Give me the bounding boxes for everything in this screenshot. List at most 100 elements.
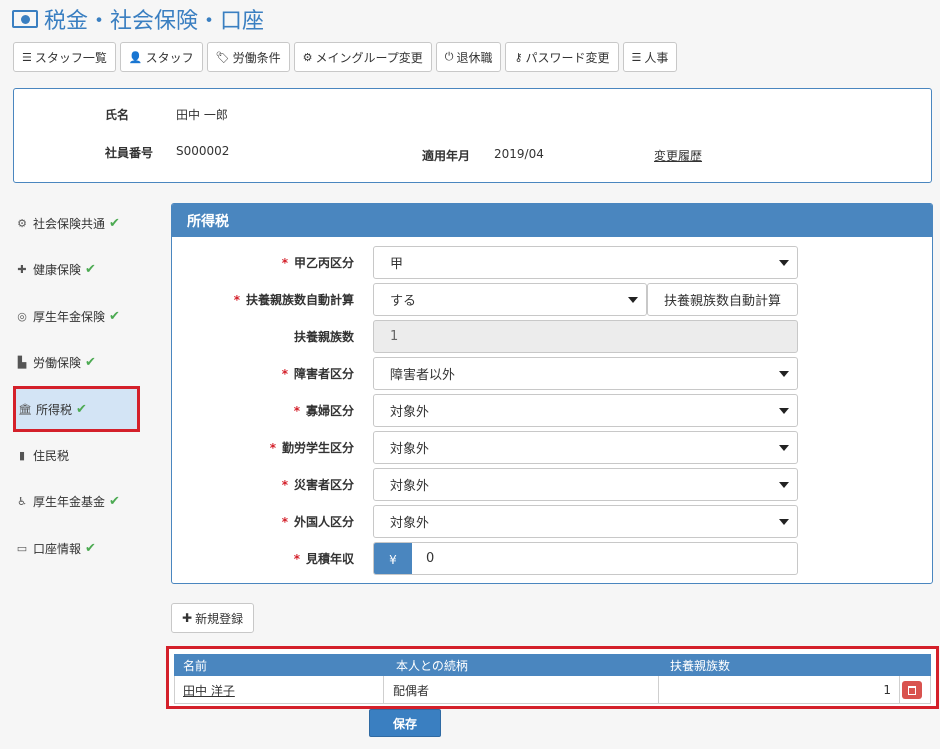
caret-down-icon [779, 260, 789, 266]
panel-title: 所得税 [172, 204, 932, 237]
employee-id-label: 社員番号 [105, 146, 154, 160]
kou-otsu-label: * 甲乙丙区分 [281, 255, 354, 271]
power-icon: ⏻ [444, 50, 454, 63]
gear-icon: ⚙ [17, 216, 27, 230]
name-label: 氏名 [105, 108, 130, 122]
caret-down-icon [779, 445, 789, 451]
foreigner-select[interactable]: 対象外 [373, 505, 798, 538]
student-select[interactable]: 対象外 [373, 431, 798, 464]
caret-down-icon [779, 519, 789, 525]
dependents-count-cell: 1 [659, 676, 900, 704]
foreigner-label: * 外国人区分 [281, 514, 354, 530]
caret-down-icon [779, 408, 789, 414]
gears-icon: ⚙ [302, 50, 313, 64]
field-row-foreigner: * 外国人区分 対象外 [172, 505, 932, 538]
check-icon: ✔ [85, 540, 96, 556]
dependent-name-link[interactable]: 田中 洋子 [183, 682, 235, 699]
required-mark: * [233, 292, 240, 307]
income-tax-panel: 所得税 * 甲乙丙区分 甲 * 扶養親族数自動計算 する 扶養親族数自動計算 扶養親… [171, 203, 933, 584]
header-relation: 本人との続柄 [396, 658, 468, 673]
wheelchair-icon: ♿ [17, 495, 27, 509]
staff-list-button[interactable]: ☰ スタッフ一覧 [13, 42, 116, 72]
check-icon: ✔ [76, 401, 87, 417]
dependents-table: 名前 本人との続柄 扶養親族数 田中 洋子 配偶者 1 [166, 646, 939, 709]
save-button[interactable]: 保存 [369, 709, 441, 737]
page-title: 税金・社会保険・口座 [12, 4, 264, 34]
sidebar-item-health-insurance[interactable]: ✚ 健康保険 ✔ [13, 247, 143, 294]
required-mark: * [281, 366, 288, 381]
leave-button[interactable]: ⏻ 退休職 [435, 42, 502, 72]
name-value: 田中 一郎 [176, 108, 228, 122]
table-row: 田中 洋子 配偶者 1 [174, 676, 931, 704]
new-registration-button[interactable]: ✚ 新規登録 [171, 603, 255, 633]
change-history-link[interactable]: 変更履歴 [654, 147, 702, 164]
apply-date-value: 2019/04 [494, 147, 544, 161]
password-change-button[interactable]: ⚷ パスワード変更 [505, 42, 619, 72]
caret-down-icon [628, 297, 638, 303]
caret-down-icon [779, 482, 789, 488]
key-icon: ⚷ [514, 50, 523, 64]
factory-icon: ▙ [17, 356, 27, 370]
lifebuoy-icon: ◎ [17, 309, 27, 323]
relation-cell: 配偶者 [384, 676, 659, 704]
tag-icon: 🏷 [215, 50, 230, 64]
check-icon: ✔ [109, 308, 120, 324]
auto-calc-button[interactable]: 扶養親族数自動計算 [647, 283, 798, 316]
required-mark: * [269, 440, 276, 455]
required-mark: * [281, 477, 288, 492]
medkit-icon: ✚ [17, 263, 27, 277]
required-mark: * [293, 551, 300, 566]
sidebar: ⚙ 社会保険共通 ✔ ✚ 健康保険 ✔ ◎ 厚生年金保険 ✔ ▙ 労働保険 ✔ 🏛 所得税 ✔ ▮ 住… [13, 200, 143, 572]
labor-conditions-button[interactable]: 🏷 労働条件 [206, 42, 290, 72]
dependents-label: 扶養親族数 [293, 330, 354, 344]
apply-date-label: 適用年月 [422, 149, 471, 163]
sidebar-item-pension-insurance[interactable]: ◎ 厚生年金保険 ✔ [13, 293, 143, 340]
building-icon: ▮ [18, 448, 26, 462]
credit-card-icon: ▭ [16, 541, 28, 555]
delete-button[interactable] [902, 681, 922, 699]
bank-icon: 🏛 [18, 402, 32, 416]
widow-label: * 寡婦区分 [293, 403, 354, 419]
sidebar-item-bank-account[interactable]: ▭ 口座情報 ✔ [13, 525, 143, 572]
field-row-disability: * 障害者区分 障害者以外 [172, 357, 932, 390]
kou-otsu-select[interactable]: 甲 [373, 246, 798, 279]
caret-down-icon [779, 371, 789, 377]
trash-icon [908, 685, 916, 695]
check-icon: ✔ [109, 215, 120, 231]
staff-button[interactable]: 👤 スタッフ [119, 42, 203, 72]
required-mark: * [281, 514, 288, 529]
disaster-select[interactable]: 対象外 [373, 468, 798, 501]
field-row-kou-otsu: * 甲乙丙区分 甲 [172, 246, 932, 279]
income-input[interactable]: 0 [412, 543, 797, 574]
check-icon: ✔ [85, 355, 96, 371]
yen-addon: ¥ [374, 543, 412, 574]
sidebar-item-pension-fund[interactable]: ♿ 厚生年金基金 ✔ [13, 479, 143, 526]
user-icon: 👤 [128, 50, 143, 64]
auto-calc-label: * 扶養親族数自動計算 [233, 292, 354, 308]
sidebar-item-social-insurance[interactable]: ⚙ 社会保険共通 ✔ [13, 200, 143, 247]
widow-select[interactable]: 対象外 [373, 394, 798, 427]
check-icon: ✔ [109, 494, 120, 510]
page-title-text: 税金・社会保険・口座 [44, 9, 265, 34]
field-row-income: * 見積年収 ¥ 0 [172, 542, 932, 575]
list-icon: ☰ [22, 50, 32, 64]
income-input-group: ¥ 0 [373, 542, 798, 575]
disability-select[interactable]: 障害者以外 [373, 357, 798, 390]
auto-calc-select[interactable]: する [373, 283, 647, 316]
sidebar-item-labor-insurance[interactable]: ▙ 労働保険 ✔ [13, 340, 143, 387]
sidebar-item-resident-tax[interactable]: ▮ 住民税 [13, 432, 143, 479]
employee-id-value: S000002 [176, 144, 230, 158]
field-row-widow: * 寡婦区分 対象外 [172, 394, 932, 427]
main-group-change-button[interactable]: ⚙ メイングループ変更 [293, 42, 432, 72]
sidebar-item-income-tax[interactable]: 🏛 所得税 ✔ [13, 386, 140, 432]
disaster-label: * 災害者区分 [281, 477, 354, 493]
required-mark: * [293, 403, 300, 418]
dependents-input: 1 [373, 320, 798, 353]
field-row-disaster: * 災害者区分 対象外 [172, 468, 932, 501]
field-row-student: * 勤労学生区分 対象外 [172, 431, 932, 464]
hr-button[interactable]: ☰ 人事 [622, 42, 678, 72]
income-label: * 見積年収 [293, 551, 354, 567]
toolbar: ☰ スタッフ一覧 👤 スタッフ 🏷 労働条件 ⚙ メイングループ変更 ⏻ 退休職 ⚷ パスワ… [13, 42, 678, 72]
disability-label: * 障害者区分 [281, 366, 354, 382]
header-dependents: 扶養親族数 [670, 658, 731, 673]
